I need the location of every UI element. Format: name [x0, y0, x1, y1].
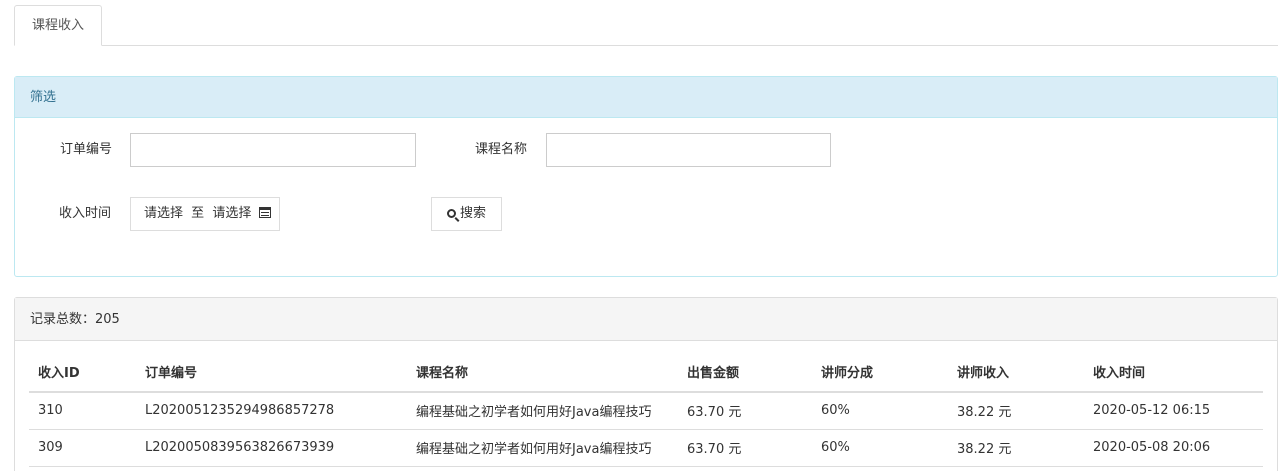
table-row: 309 L2020050839563826673939 编程基础之初学者如何用好…	[29, 429, 1263, 467]
cell-order-no: L2020050839563826673939	[136, 429, 407, 467]
record-total-label: 记录总数：	[30, 312, 96, 327]
column-header-order-no: 订单编号	[136, 352, 407, 393]
cell-income-id: 310	[29, 392, 136, 430]
calendar-icon	[259, 207, 272, 218]
cell-income-time: 2020-05-08 20:06	[1084, 429, 1263, 467]
filter-panel: 筛选 订单编号 课程名称 收入时间 请选择 至 请选择 搜索	[14, 76, 1278, 277]
cell-order-no: L2020051235294986857278	[136, 392, 407, 430]
cell-income-id: 309	[29, 429, 136, 467]
table-header-row: 收入ID 订单编号 课程名称 出售金额 讲师分成 讲师收入 收入时间	[29, 352, 1263, 393]
order-no-label: 订单编号	[60, 142, 113, 157]
order-no-input[interactable]	[130, 133, 416, 167]
column-header-instructor-share: 讲师分成	[812, 352, 948, 393]
course-name-label: 课程名称	[475, 142, 528, 157]
cell-course-name: 编程基础之初学者如何用好Java编程技巧	[407, 392, 678, 430]
tab-bar: 课程收入	[0, 0, 1278, 46]
search-button-label: 搜索	[459, 206, 486, 221]
income-table: 收入ID 订单编号 课程名称 出售金额 讲师分成 讲师收入 收入时间 310 L…	[29, 352, 1263, 467]
cell-instructor-income: 38.22 元	[948, 392, 1084, 430]
cell-instructor-share: 60%	[812, 392, 948, 430]
course-name-input[interactable]	[546, 133, 831, 167]
date-separator: 至	[191, 206, 205, 221]
table-row: 310 L2020051235294986857278 编程基础之初学者如何用好…	[29, 392, 1263, 430]
income-list-panel: 记录总数：205 收入ID 订单编号 课程名称 出售金额 讲师分成 讲师收入 收…	[14, 297, 1278, 471]
search-icon	[446, 209, 456, 218]
date-end-text: 请选择	[212, 206, 252, 221]
column-header-income-time: 收入时间	[1084, 352, 1263, 393]
search-button[interactable]: 搜索	[431, 197, 502, 231]
column-header-instructor-income: 讲师收入	[948, 352, 1084, 393]
record-total: 记录总数：205	[15, 298, 1277, 341]
column-header-income-id: 收入ID	[29, 352, 136, 393]
cell-course-name: 编程基础之初学者如何用好Java编程技巧	[407, 429, 678, 467]
tab-course-income[interactable]: 课程收入	[14, 5, 102, 46]
cell-instructor-income: 38.22 元	[948, 429, 1084, 467]
date-range-picker[interactable]: 请选择 至 请选择	[130, 197, 280, 231]
column-header-sale-amount: 出售金额	[678, 352, 812, 393]
column-header-course-name: 课程名称	[407, 352, 678, 393]
cell-sale-amount: 63.70 元	[678, 392, 812, 430]
tab-bar-divider	[14, 45, 1278, 46]
cell-instructor-share: 60%	[812, 429, 948, 467]
income-time-label: 收入时间	[59, 206, 112, 221]
date-start-text: 请选择	[144, 206, 184, 221]
record-total-count: 205	[95, 312, 120, 327]
cell-sale-amount: 63.70 元	[678, 429, 812, 467]
filter-panel-title: 筛选	[15, 77, 1277, 118]
cell-income-time: 2020-05-12 06:15	[1084, 392, 1263, 430]
